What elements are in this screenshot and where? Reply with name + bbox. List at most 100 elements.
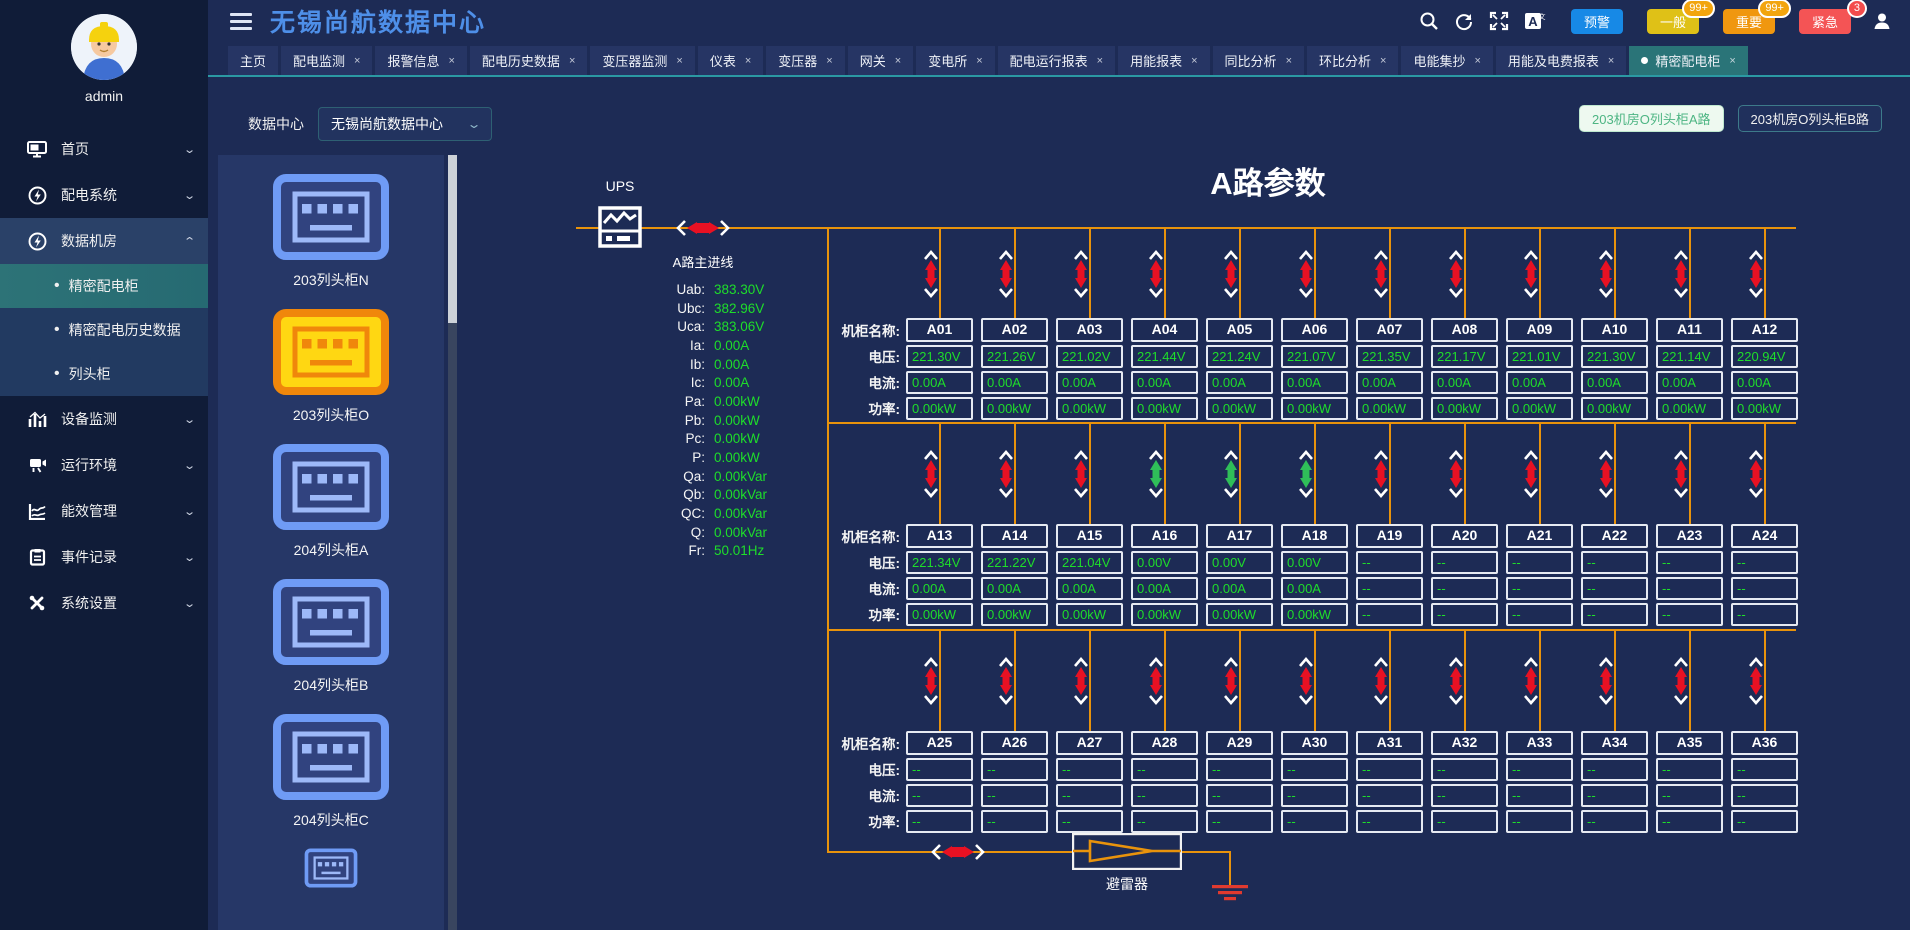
sidebar-item-事件记录[interactable]: 事件记录⌄ [0, 534, 208, 580]
tab-close-icon[interactable]: × [354, 55, 360, 67]
search-icon[interactable] [1419, 11, 1439, 31]
alarm-button-紧急[interactable]: 紧急3 [1799, 9, 1851, 34]
avatar[interactable] [71, 14, 137, 80]
environment-icon [26, 456, 48, 474]
current-cell: 0.00A [1431, 371, 1498, 394]
tab-变压器[interactable]: 变压器× [766, 46, 844, 75]
cabinet-list-item[interactable] [218, 830, 444, 888]
param-value: 383.30V [714, 282, 764, 297]
tab-close-icon[interactable]: × [1608, 55, 1614, 67]
voltage-cell: -- [1731, 758, 1798, 781]
cabinet-list-item-203列头柜O[interactable]: 203列头柜O [218, 290, 444, 425]
current-cell: -- [1356, 577, 1423, 600]
cabinet-name-cell: A30 [1281, 731, 1348, 755]
cabinet-list-item-204列头柜C[interactable]: 204列头柜C [218, 695, 444, 830]
tab-网关[interactable]: 网关× [848, 46, 913, 75]
tab-仪表[interactable]: 仪表× [698, 46, 763, 75]
translate-icon[interactable]: A文 [1524, 11, 1546, 31]
tab-close-icon[interactable]: × [976, 55, 982, 67]
tab-用能及电费报表[interactable]: 用能及电费报表× [1496, 46, 1626, 75]
current-cell: -- [1656, 577, 1723, 600]
voltage-cell: 221.44V [1131, 345, 1198, 368]
tab-close-icon[interactable]: × [1097, 55, 1103, 67]
tab-close-icon[interactable]: × [1380, 55, 1386, 67]
cabinet-list-scrollbar[interactable] [448, 155, 457, 930]
tab-close-icon[interactable]: × [1286, 55, 1292, 67]
param-value: 0.00kVar [714, 487, 767, 502]
tab-电能集抄[interactable]: 电能集抄× [1401, 46, 1492, 75]
tab-close-icon[interactable]: × [569, 55, 575, 67]
chevron-down-icon: ⌄ [183, 459, 196, 472]
cabinet-column-A29: A29------ [1206, 631, 1273, 836]
cabinet-column-A27: A27------ [1056, 631, 1123, 836]
cabinet-column-A36: A36------ [1731, 631, 1798, 836]
topbar-actions: A文 预警一般99+ 重要99+ 紧急3 [1419, 9, 1892, 34]
cabinet-name-cell: A29 [1206, 731, 1273, 755]
alarm-button-一般[interactable]: 一般99+ [1647, 9, 1699, 34]
cabinet-list-item-203列头柜N[interactable]: 203列头柜N [218, 155, 444, 290]
tab-close-icon[interactable]: × [448, 55, 454, 67]
cabinet-list-item-204列头柜A[interactable]: 204列头柜A [218, 425, 444, 560]
fullscreen-icon[interactable] [1489, 11, 1509, 31]
scrollbar-thumb[interactable] [448, 155, 457, 323]
cabinet-column-A32: A32------ [1431, 631, 1498, 836]
drop-line [981, 229, 1048, 318]
user-icon[interactable] [1872, 11, 1892, 31]
alarm-button-重要[interactable]: 重要99+ [1723, 9, 1775, 34]
voltage-cell: -- [1206, 758, 1273, 781]
tab-报警信息[interactable]: 报警信息 × [375, 46, 466, 75]
sidebar-item-配电系统[interactable]: 配电系统⌄ [0, 172, 208, 218]
current-cell: -- [1356, 784, 1423, 807]
voltage-cell: -- [1431, 758, 1498, 781]
tab-配电运行报表[interactable]: 配电运行报表× [998, 46, 1115, 75]
sidebar-group-配电系统: 配电系统⌄ [0, 172, 208, 218]
current-cell: -- [1431, 577, 1498, 600]
tab-配电监测[interactable]: 配电监测× [281, 46, 372, 75]
tab-变电所[interactable]: 变电所× [916, 46, 994, 75]
tab-close-icon[interactable]: × [676, 55, 682, 67]
power-cell: 0.00kW [1506, 397, 1573, 420]
tab-close-icon[interactable]: × [895, 55, 901, 67]
refresh-icon[interactable] [1454, 11, 1474, 31]
route-button-203机房O列头柜A路[interactable]: 203机房O列头柜A路 [1579, 105, 1723, 132]
sidebar-item-首页[interactable]: 首页⌄ [0, 126, 208, 172]
tab-close-icon[interactable]: × [1191, 55, 1197, 67]
sidebar-item-系统设置[interactable]: 系统设置⌄ [0, 580, 208, 626]
tab-close-icon[interactable]: × [826, 55, 832, 67]
sidebar-item-数据机房[interactable]: 数据机房⌃ [0, 218, 208, 264]
tab-close-icon[interactable]: × [745, 55, 751, 67]
sidebar-item-能效管理[interactable]: 能效管理⌄ [0, 488, 208, 534]
voltage-cell: 221.34V [906, 551, 973, 574]
sidebar-subitem-列头柜[interactable]: •列头柜 [0, 352, 208, 396]
energy-icon [26, 503, 48, 520]
tab-close-icon[interactable]: × [1474, 55, 1480, 67]
tab-配电历史数据[interactable]: 配电历史数据× [470, 46, 587, 75]
voltage-cell: -- [1656, 551, 1723, 574]
tab-变压器监测[interactable]: 变压器监测× [590, 46, 694, 75]
tab-精密配电柜[interactable]: 精密配电柜× [1629, 46, 1747, 75]
tab-主页[interactable]: 主页 [228, 46, 278, 75]
route-button-203机房O列头柜B路[interactable]: 203机房O列头柜B路 [1738, 105, 1882, 132]
voltage-cell: -- [1506, 758, 1573, 781]
current-cell: 0.00A [981, 577, 1048, 600]
sidebar-subitem-精密配电历史数据[interactable]: •精密配电历史数据 [0, 308, 208, 352]
sidebar-subitem-精密配电柜[interactable]: •精密配电柜 [0, 264, 208, 308]
alarm-button-预警[interactable]: 预警 [1571, 9, 1623, 34]
cabinet-column-A12: A12220.94V0.00A0.00kW [1731, 229, 1798, 423]
sidebar-subitem-label: 精密配电柜 [69, 276, 139, 296]
hamburger-menu-icon[interactable] [230, 9, 252, 34]
power-cell: 0.00kW [1581, 397, 1648, 420]
cabinet-name-cell: A06 [1281, 318, 1348, 342]
sidebar-item-运行环境[interactable]: 运行环境⌄ [0, 442, 208, 488]
tab-用能报表[interactable]: 用能报表× [1118, 46, 1209, 75]
cabinet-list-item-204列头柜B[interactable]: 204列头柜B [218, 560, 444, 695]
tab-close-icon[interactable]: × [1729, 55, 1735, 67]
tab-label: 报警信息 [387, 51, 439, 70]
drop-line [1656, 424, 1723, 524]
sidebar-item-设备监测[interactable]: 设备监测⌄ [0, 396, 208, 442]
voltage-cell: 220.94V [1731, 345, 1798, 368]
param-value: 0.00kW [714, 394, 760, 409]
tab-环比分析[interactable]: 环比分析× [1307, 46, 1398, 75]
tab-同比分析[interactable]: 同比分析× [1213, 46, 1304, 75]
cabinet-columns: A25------A26------A27------A28------A29-… [906, 631, 1798, 836]
